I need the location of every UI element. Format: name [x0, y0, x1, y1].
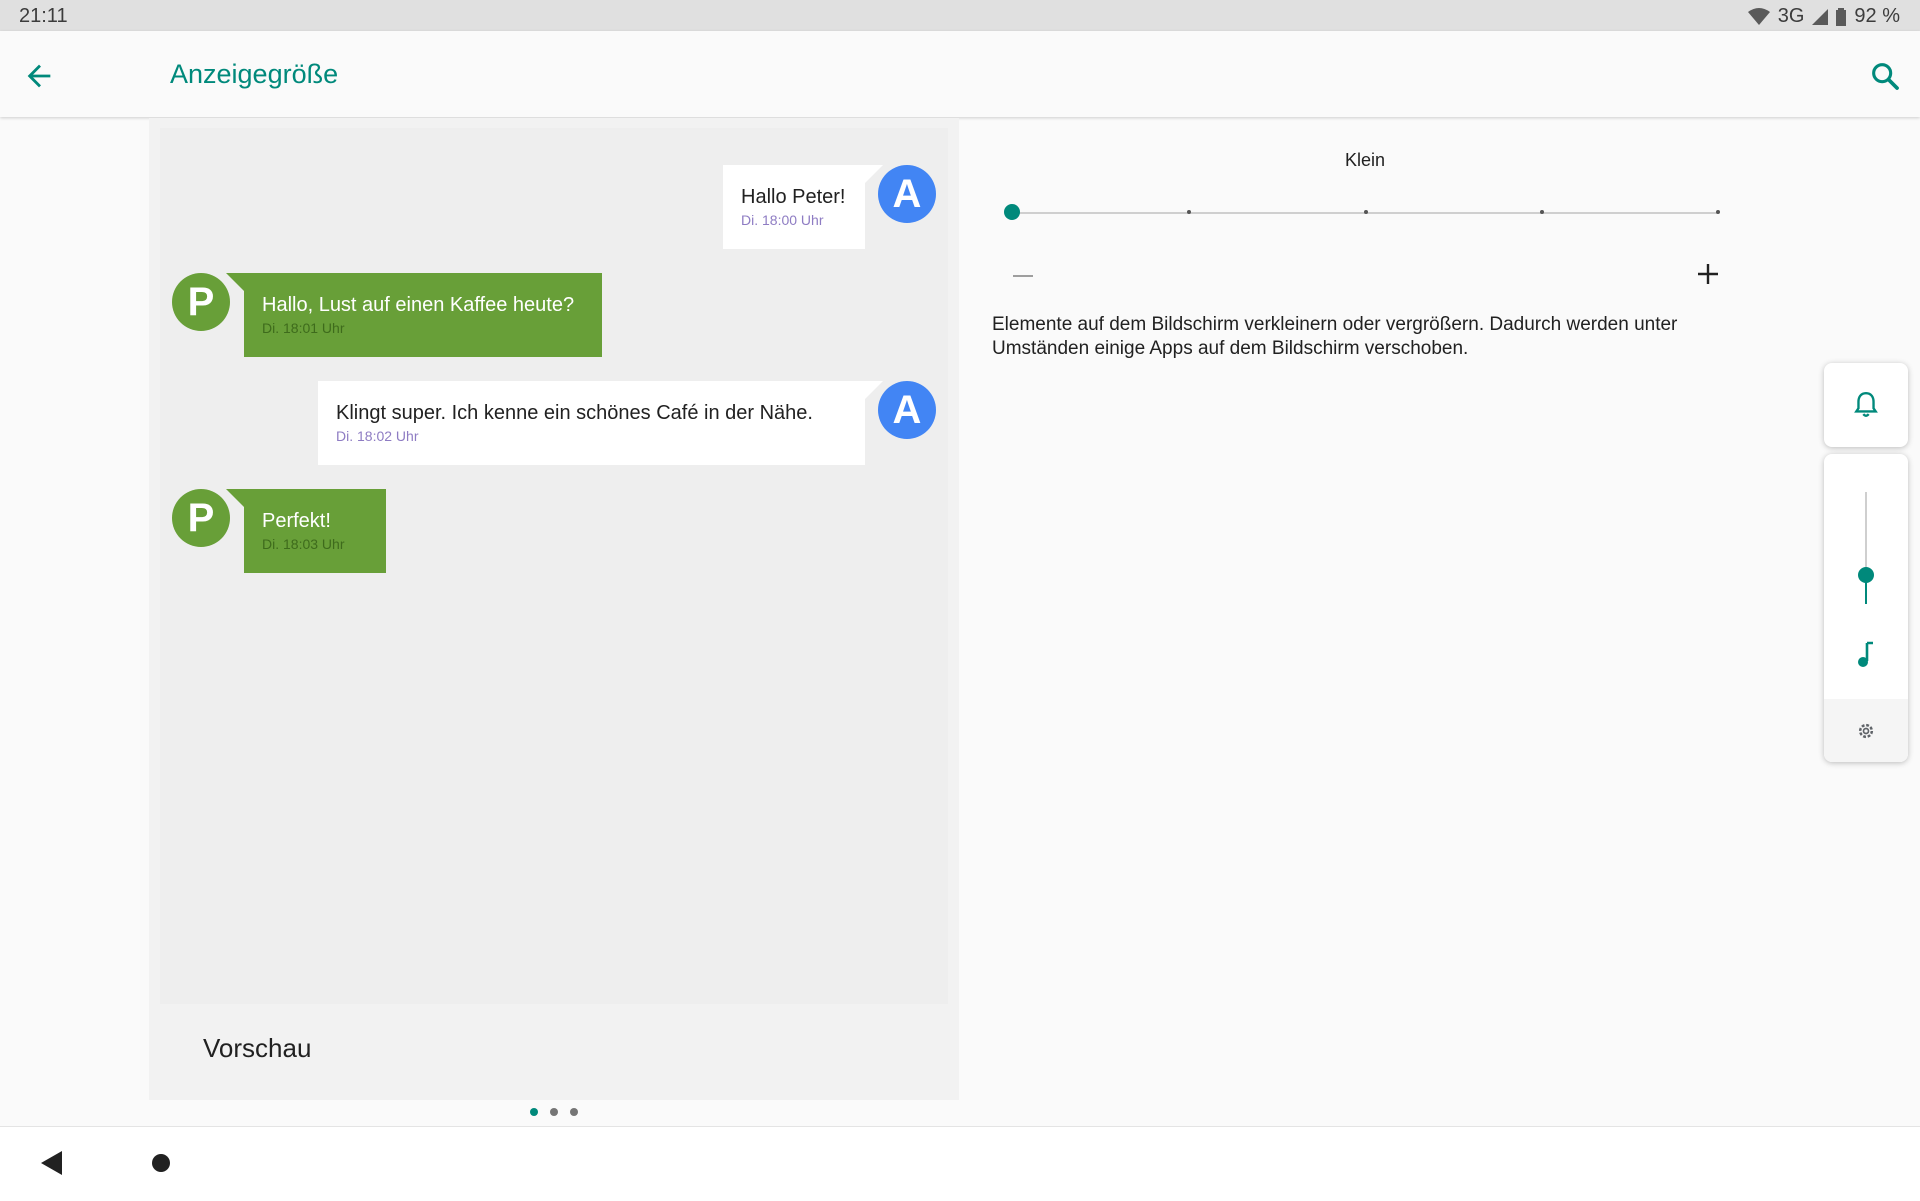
ringer-mode-button[interactable] — [1824, 363, 1908, 447]
gear-icon — [1858, 723, 1874, 739]
slider-tick — [1364, 210, 1368, 214]
message-text: Hallo, Lust auf einen Kaffee heute? — [262, 294, 575, 316]
battery-level: 92 % — [1854, 5, 1900, 27]
increase-size-button[interactable] — [1696, 262, 1720, 286]
music-note-icon[interactable] — [1855, 641, 1877, 669]
message-bubble-outgoing: Hallo Peter! Di. 18:00 Uhr — [723, 165, 865, 249]
message-bubble-outgoing: Klingt super. Ich kenne ein schönes Café… — [318, 381, 865, 465]
volume-settings-button[interactable] — [1824, 699, 1908, 762]
bubble-tail — [226, 273, 244, 291]
search-icon[interactable] — [1868, 59, 1902, 93]
decrease-size-button[interactable] — [1013, 275, 1033, 277]
page-indicator — [530, 1108, 578, 1116]
app-bar: Anzeigegröße — [0, 31, 1920, 117]
page-dot[interactable] — [570, 1108, 578, 1116]
message-bubble-incoming: Hallo, Lust auf einen Kaffee heute? Di. … — [244, 273, 602, 357]
size-slider-thumb[interactable] — [1004, 204, 1020, 220]
wifi-icon — [1747, 7, 1770, 25]
message-bubble-incoming: Perfekt! Di. 18:03 Uhr — [244, 489, 386, 573]
avatar: P — [172, 489, 230, 547]
avatar: P — [172, 273, 230, 331]
status-bar: 21:11 3G 92 % — [0, 0, 1920, 31]
bell-icon — [1854, 391, 1878, 417]
message-time: Di. 18:01 Uhr — [262, 320, 345, 336]
slider-tick — [1187, 210, 1191, 214]
battery-icon — [1836, 7, 1847, 26]
slider-tick — [1540, 210, 1544, 214]
message-time: Di. 18:02 Uhr — [336, 428, 419, 444]
bubble-tail — [226, 489, 244, 507]
status-icons: 3G 92 % — [1747, 5, 1900, 28]
page-dot[interactable] — [550, 1108, 558, 1116]
size-value-label: Klein — [1345, 150, 1386, 170]
message-time: Di. 18:00 Uhr — [741, 212, 824, 228]
message-text: Hallo Peter! — [741, 186, 846, 208]
status-time: 21:11 — [19, 5, 68, 27]
slider-tick — [1716, 210, 1720, 214]
message-text: Perfekt! — [262, 510, 331, 532]
nav-back-icon[interactable] — [41, 1151, 63, 1175]
volume-panel — [1824, 454, 1908, 762]
avatar: A — [878, 381, 936, 439]
avatar: A — [878, 165, 936, 223]
message-text: Klingt super. Ich kenne ein schönes Café… — [336, 402, 813, 424]
nav-home-icon[interactable] — [151, 1153, 171, 1173]
page-dot-active[interactable] — [530, 1108, 538, 1116]
size-description: Elemente auf dem Bildschirm verkleinern … — [992, 314, 1678, 359]
page-title: Anzeigegröße — [170, 59, 339, 89]
preview-label: Vorschau — [203, 1033, 312, 1063]
cell-signal-icon — [1812, 8, 1829, 25]
message-time: Di. 18:03 Uhr — [262, 536, 345, 552]
volume-slider-thumb[interactable] — [1858, 567, 1874, 583]
back-arrow-icon[interactable] — [22, 59, 56, 93]
network-type: 3G — [1777, 5, 1805, 27]
navigation-bar — [0, 1126, 1920, 1201]
